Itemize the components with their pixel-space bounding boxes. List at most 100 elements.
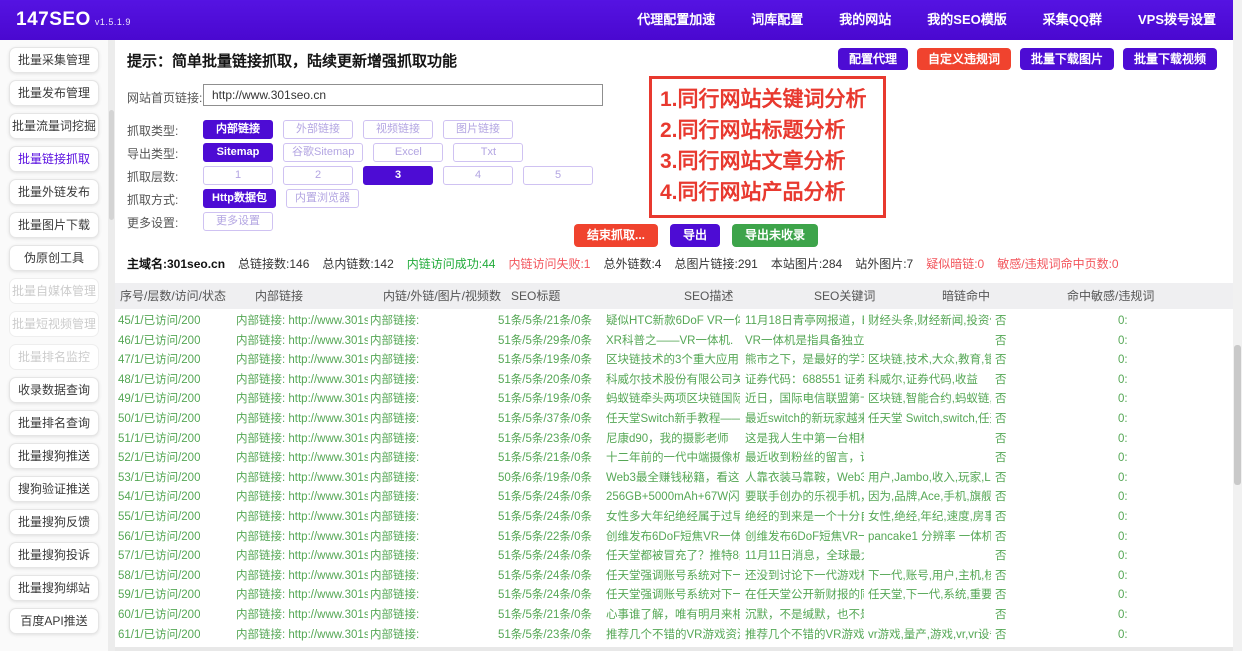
table-row[interactable]: 58/1/已访问/200 内部链接: http://www.301seo.cn/l… bbox=[115, 567, 1233, 587]
option-button[interactable]: Excel bbox=[373, 143, 444, 162]
option-button[interactable]: 5 bbox=[523, 166, 593, 185]
option-button[interactable]: Txt bbox=[453, 143, 524, 162]
vertical-scrollbar-thumb[interactable] bbox=[1234, 345, 1241, 485]
homepage-label: 网站首页链接: bbox=[127, 91, 203, 105]
quick-button[interactable]: 自定义违规词 bbox=[916, 48, 1011, 70]
option-button[interactable]: 视频链接 bbox=[363, 120, 433, 139]
menu-item[interactable]: VPS拨号设置 bbox=[1138, 0, 1216, 40]
sidebar-item-normal[interactable]: 批量搜狗投诉 bbox=[9, 542, 99, 568]
sidebar-scrollbar[interactable] bbox=[108, 40, 115, 651]
option-button[interactable]: 图片链接 bbox=[443, 120, 513, 139]
option-button[interactable]: 更多设置 bbox=[203, 212, 273, 231]
table-row[interactable]: 54/1/已访问/200 内部链接: http://www.301seo.cn/l… bbox=[115, 488, 1233, 508]
cell-dark-link: 否 bbox=[995, 569, 1007, 582]
sidebar-item-normal[interactable]: 百度API推送 bbox=[9, 608, 99, 634]
option-button[interactable]: Http数据包 bbox=[203, 189, 276, 208]
cell-seo-title: 区块链技术的3个重大应用 bbox=[606, 354, 739, 367]
horizontal-scrollbar[interactable] bbox=[115, 647, 1233, 651]
cell-counts: 51条/5条/23条/0条 bbox=[498, 432, 592, 445]
option-button[interactable]: 外部链接 bbox=[283, 120, 353, 139]
option-button[interactable]: 内部链接 bbox=[203, 120, 273, 139]
topbar-menu: 代理配置加速 词库配置 我的网站 我的SEO模版 采集QQ群 VPS拨号设置 bbox=[637, 0, 1216, 40]
sidebar-item-normal[interactable]: 批量采集管理 bbox=[9, 47, 99, 73]
table-row[interactable]: 45/1/已访问/200 内部链接: http://www.301seo.cn/l… bbox=[115, 312, 1233, 332]
table-row[interactable]: 52/1/已访问/200 内部链接: http://www.301seo.cn/l… bbox=[115, 449, 1233, 469]
option-button[interactable]: Sitemap bbox=[203, 143, 273, 162]
sidebar-item-normal[interactable]: 批量流量词挖掘 bbox=[9, 113, 99, 139]
sidebar-scrollbar-thumb[interactable] bbox=[109, 110, 114, 220]
menu-item[interactable]: 代理配置加速 bbox=[637, 0, 715, 40]
stat-item: 内链访问成功:44 bbox=[406, 257, 496, 271]
table-row[interactable]: 47/1/已访问/200 内部链接: http://www.301seo.cn/l… bbox=[115, 351, 1233, 371]
option-button[interactable]: 4 bbox=[443, 166, 513, 185]
cell-seq: 55/1/已访问/200 bbox=[118, 510, 201, 523]
sidebar-item-normal[interactable]: 批量外链发布 bbox=[9, 179, 99, 205]
cell-counts: 51条/5条/29条/0条 bbox=[498, 334, 592, 347]
sidebar-item-disabled: 批量短视频管理 bbox=[9, 311, 99, 337]
table-row[interactable]: 46/1/已访问/200 内部链接: http://www.301seo.cn/l… bbox=[115, 332, 1233, 352]
cell-seo-keywords: 科威尔,证券代码,收益 bbox=[868, 373, 978, 386]
menu-item[interactable]: 词库配置 bbox=[751, 0, 803, 40]
option-button[interactable]: 1 bbox=[203, 166, 273, 185]
cell-counts: 51条/5条/24条/0条 bbox=[498, 569, 592, 582]
cell-seq: 48/1/已访问/200 bbox=[118, 373, 201, 386]
action-button[interactable]: 导出 bbox=[670, 224, 721, 247]
sidebar-item-normal[interactable]: 收录数据查询 bbox=[9, 377, 99, 403]
cell-internal-link: 内部链接: http://www.301seo.cn/l bbox=[236, 315, 368, 327]
promo-line: 4.同行网站产品分析 bbox=[660, 181, 846, 204]
cell-counts: 51条/5条/24条/0条 bbox=[498, 510, 592, 523]
homepage-url-input[interactable] bbox=[203, 84, 603, 106]
option-button[interactable]: 谷歌Sitemap bbox=[283, 143, 364, 162]
table-row[interactable]: 60/1/已访问/200 内部链接: http://www.301seo.cn/l… bbox=[115, 606, 1233, 626]
quick-button[interactable]: 批量下载视频 bbox=[1122, 48, 1217, 70]
cell-seq: 58/1/已访问/200 bbox=[118, 569, 201, 582]
table-row[interactable]: 53/1/已访问/200 内部链接: http://www.301seo.cn/l… bbox=[115, 469, 1233, 489]
cell-internal-link-2: 内部链接: bbox=[370, 354, 420, 367]
table-row[interactable]: 61/1/已访问/200 内部链接: http://www.301seo.cn/l… bbox=[115, 626, 1233, 646]
form-row-label: 导出类型: bbox=[127, 147, 179, 161]
menu-item[interactable]: 采集QQ群 bbox=[1043, 0, 1102, 40]
table-row[interactable]: 51/1/已访问/200 内部链接: http://www.301seo.cn/l… bbox=[115, 430, 1233, 450]
table-row[interactable]: 48/1/已访问/200 内部链接: http://www.301seo.cn/l… bbox=[115, 371, 1233, 391]
sidebar-item-active[interactable]: 批量链接抓取 bbox=[9, 146, 99, 172]
cell-seo-title: Web3最全赚钱秘籍，看这一... bbox=[606, 471, 740, 484]
cell-seo-desc: 最近switch的新玩家越来越多... bbox=[745, 412, 864, 425]
table-row[interactable]: 50/1/已访问/200 内部链接: http://www.301seo.cn/l… bbox=[115, 410, 1233, 430]
sidebar-item-normal[interactable]: 批量搜狗推送 bbox=[9, 443, 99, 469]
quick-button[interactable]: 批量下载图片 bbox=[1019, 48, 1114, 70]
vertical-scrollbar[interactable] bbox=[1233, 0, 1242, 651]
table-row[interactable]: 55/1/已访问/200 内部链接: http://www.301seo.cn/l… bbox=[115, 508, 1233, 528]
option-button[interactable]: 2 bbox=[283, 166, 353, 185]
cell-counts: 51条/5条/24条/0条 bbox=[498, 550, 592, 563]
sidebar-item-normal[interactable]: 批量发布管理 bbox=[9, 80, 99, 106]
sidebar-item-normal[interactable]: 搜狗验证推送 bbox=[9, 476, 99, 502]
action-button[interactable]: 导出未收录 bbox=[732, 224, 819, 247]
quick-buttons: 配置代理 自定义违规词 批量下载图片 批量下载视频 bbox=[837, 48, 1217, 70]
table-row[interactable]: 49/1/已访问/200 内部链接: http://www.301seo.cn/l… bbox=[115, 390, 1233, 410]
sidebar-item-normal[interactable]: 批量图片下载 bbox=[9, 212, 99, 238]
cell-dark-link: 否 bbox=[995, 452, 1007, 465]
cell-counts: 51条/5条/24条/0条 bbox=[498, 491, 592, 504]
cell-seq: 51/1/已访问/200 bbox=[118, 432, 201, 445]
menu-item[interactable]: 我的SEO模版 bbox=[927, 0, 1006, 40]
option-button[interactable]: 3 bbox=[363, 166, 433, 185]
sidebar-item-normal[interactable]: 批量排名查询 bbox=[9, 410, 99, 436]
app-logo: 147SEO v1.5.1.9 bbox=[16, 9, 131, 30]
table-row[interactable]: 59/1/已访问/200 内部链接: http://www.301seo.cn/l… bbox=[115, 586, 1233, 606]
cell-seo-keywords: 区块链,技术,大众,教育,银行... bbox=[868, 354, 991, 367]
quick-button[interactable]: 配置代理 bbox=[837, 48, 908, 70]
action-button[interactable]: 结束抓取... bbox=[574, 224, 659, 247]
table-row[interactable]: 57/1/已访问/200 内部链接: http://www.301seo.cn/l… bbox=[115, 547, 1233, 567]
stat-item: 总图片链接:291 bbox=[674, 257, 758, 271]
header-cell: SEO描述 bbox=[684, 289, 734, 303]
cell-hit-count: 0: bbox=[1118, 393, 1128, 406]
option-button[interactable]: 内置浏览器 bbox=[286, 189, 359, 208]
sidebar-item-normal[interactable]: 伪原创工具 bbox=[9, 245, 99, 271]
table-row[interactable]: 56/1/已访问/200 内部链接: http://www.301seo.cn/l… bbox=[115, 528, 1233, 548]
promo-line: 2.同行网站标题分析 bbox=[660, 119, 846, 142]
cell-dark-link: 否 bbox=[995, 471, 1007, 484]
menu-item[interactable]: 我的网站 bbox=[839, 0, 891, 40]
sidebar-item-normal[interactable]: 批量搜狗反馈 bbox=[9, 509, 99, 535]
cell-counts: 51条/5条/21条/0条 bbox=[498, 452, 592, 465]
sidebar-item-normal[interactable]: 批量搜狗绑站 bbox=[9, 575, 99, 601]
